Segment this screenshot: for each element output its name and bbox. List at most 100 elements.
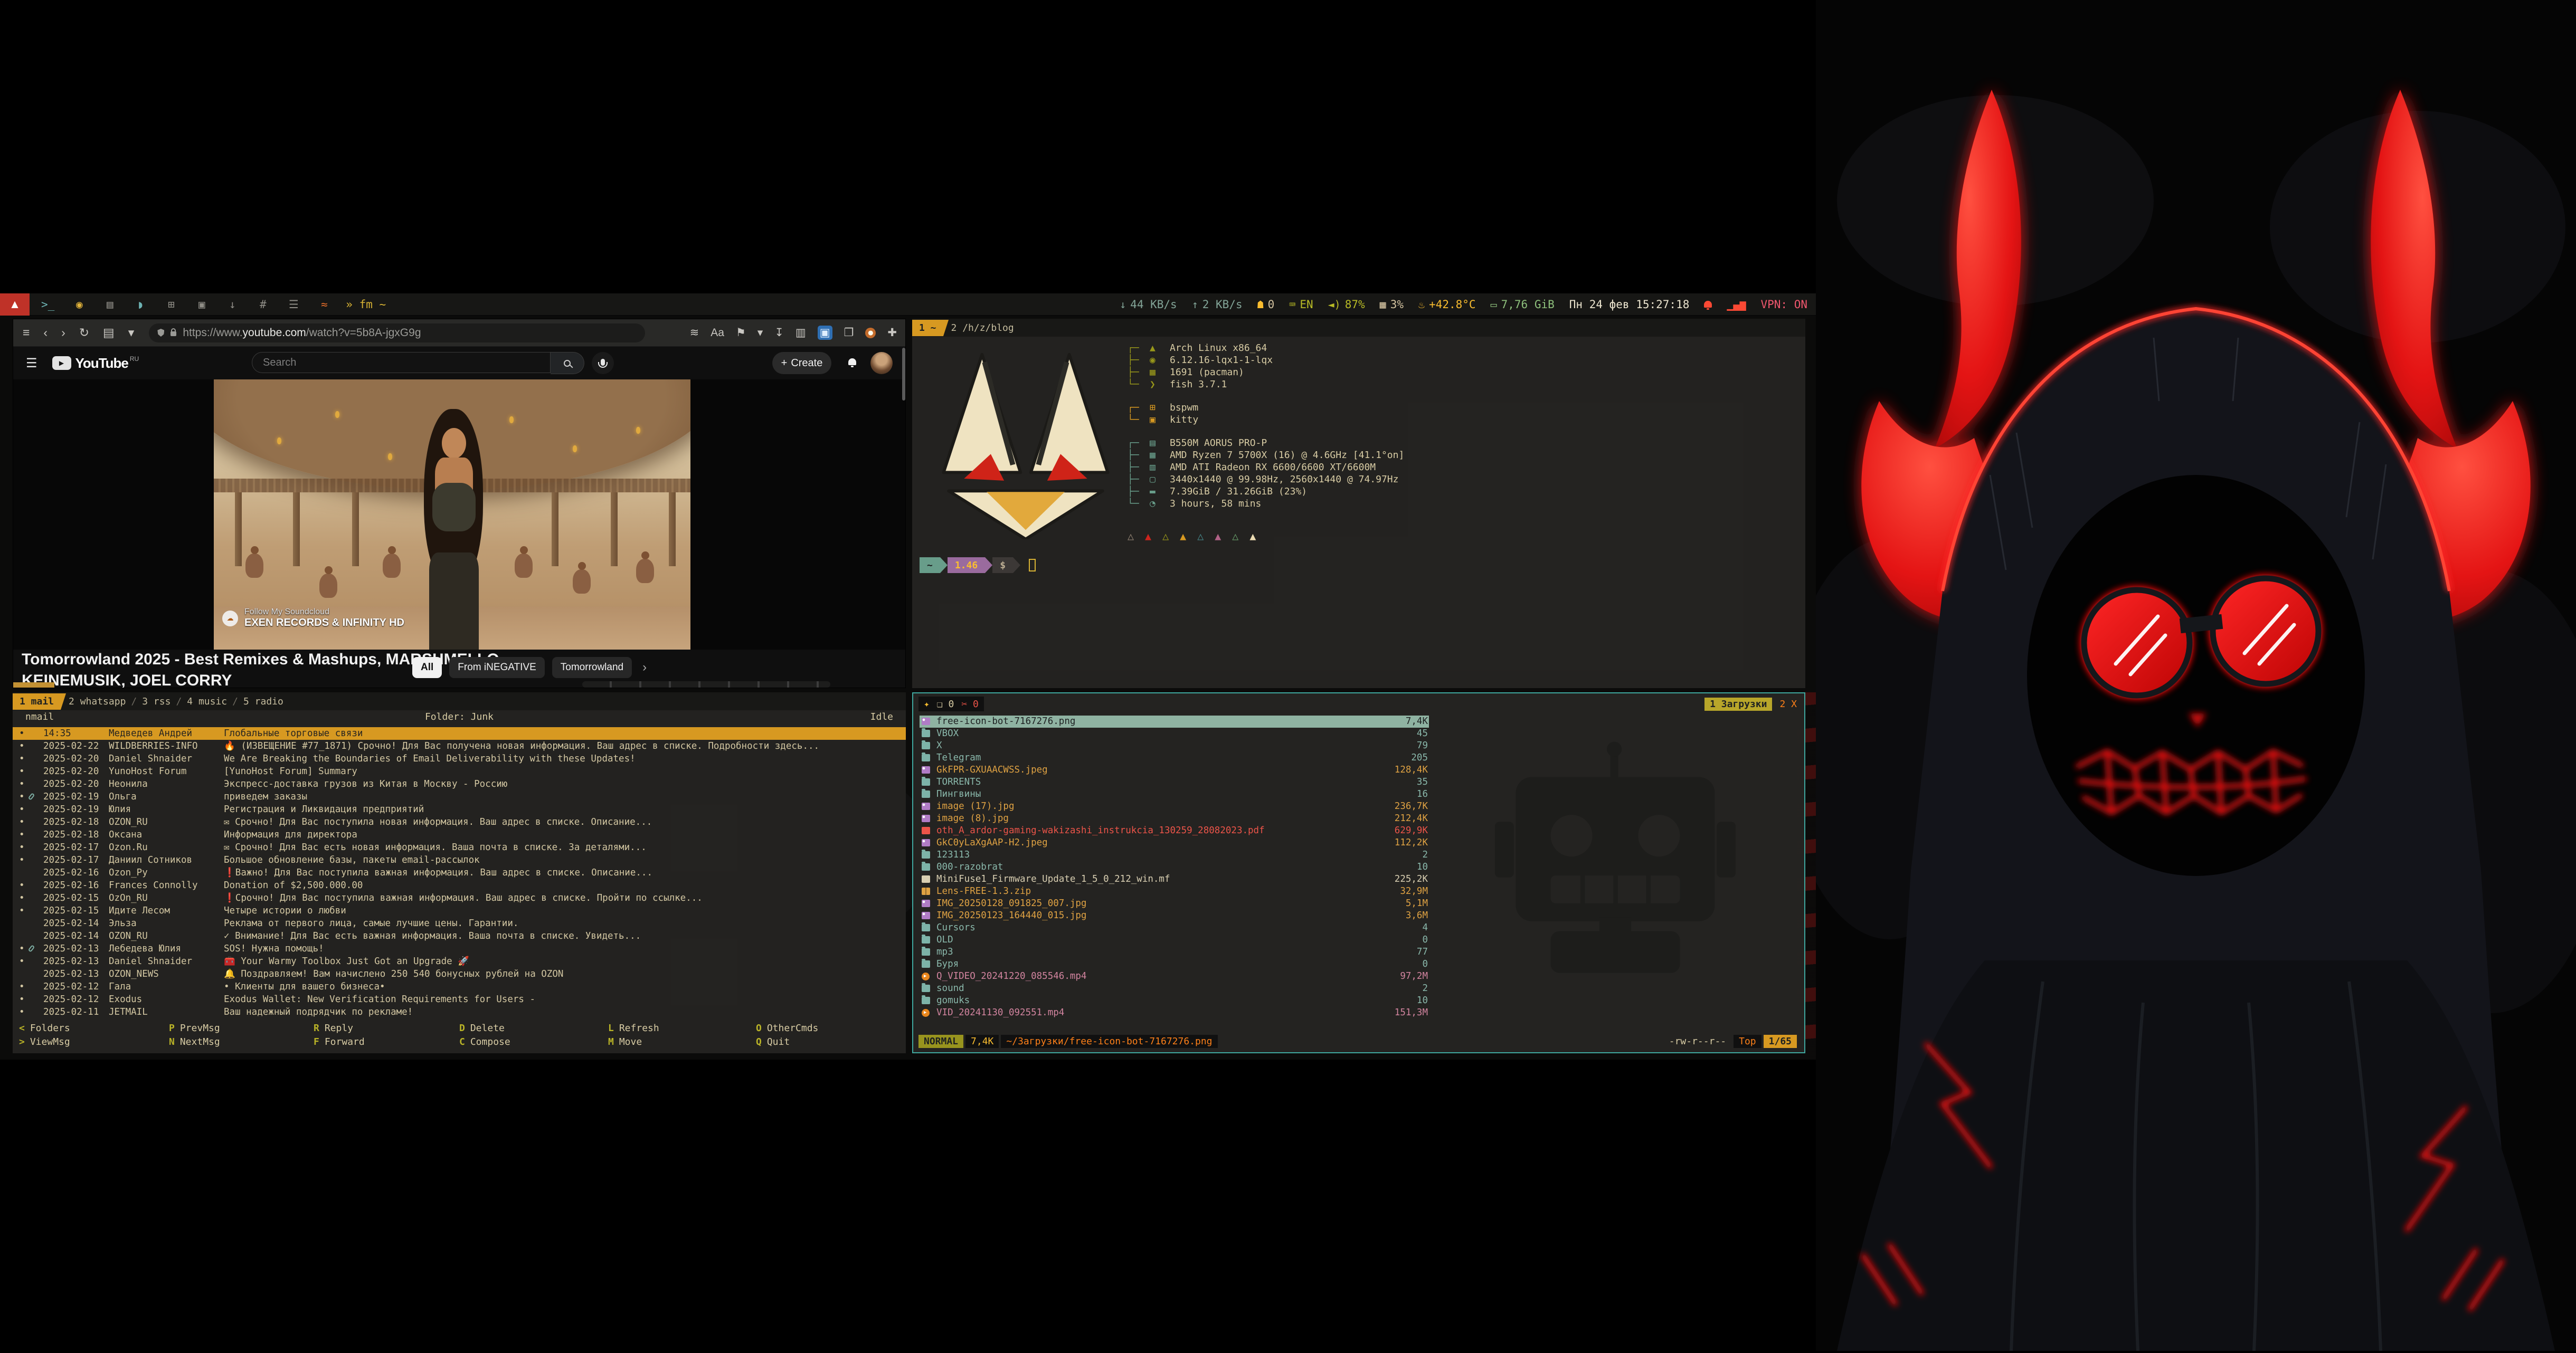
file-row[interactable]: GkC0yLaXgAAP-H2.jpeg112,2K: [920, 837, 1429, 849]
file-row[interactable]: Пингвины16: [920, 788, 1429, 801]
file-row[interactable]: IMG_20250128_091825_007.jpg5,1M: [920, 898, 1429, 910]
help-command[interactable]: >ViewMsg: [19, 1036, 70, 1047]
keyboard-layout[interactable]: ⌨EN: [1289, 298, 1313, 311]
help-command[interactable]: NNextMsg: [169, 1036, 220, 1047]
file-row[interactable]: image (17).jpg236,7K: [920, 801, 1429, 813]
avatar[interactable]: [870, 352, 893, 374]
fm-tab[interactable]: 2 X: [1779, 699, 1797, 710]
help-command[interactable]: MMove: [608, 1036, 642, 1047]
workspace-bot-icon[interactable]: ◉: [73, 298, 85, 311]
mail-row[interactable]: •2025-02-12Гала• Клиенты для вашего бизн…: [13, 980, 906, 993]
file-row[interactable]: IMG_20250123_164440_015.jpg3,6M: [920, 910, 1429, 922]
mail-row[interactable]: •2025-02-17Даниил СотниковБольшое обновл…: [13, 854, 906, 866]
shell-prompt[interactable]: ~1.46$: [920, 557, 1036, 573]
bookmark-icon[interactable]: ⚑: [736, 326, 746, 339]
mail-row[interactable]: •2025-02-18ОксанаИнформация для директор…: [13, 828, 906, 841]
file-row[interactable]: X79: [920, 740, 1429, 752]
file-row[interactable]: gomuks10: [920, 995, 1429, 1007]
mail-row[interactable]: •2025-02-15Идите ЛесомЧетыре истории о л…: [13, 904, 906, 917]
youtube-menu-icon[interactable]: ☰: [26, 356, 37, 371]
mail-row[interactable]: •14:35Медведев АндрейГлобальные торговые…: [13, 727, 906, 740]
file-row[interactable]: MiniFuse1_Firmware_Update_1_5_0_212_win.…: [920, 873, 1429, 885]
mail-row[interactable]: •2025-02-19Ольгаприведем заказы: [13, 790, 906, 803]
file-row[interactable]: TORRENTS35: [920, 776, 1429, 788]
mail-row[interactable]: •2025-02-11JETMAILВаш надежный подрядчик…: [13, 1006, 906, 1018]
create-button[interactable]: +Create: [772, 352, 831, 374]
help-command[interactable]: <Folders: [19, 1023, 70, 1034]
mail-row[interactable]: •2025-02-22WILDBERRIES-INFO🔥 (ИЗВЕЩЕНИЕ …: [13, 740, 906, 752]
help-command[interactable]: LRefresh: [608, 1023, 659, 1034]
signal[interactable]: ▁▄▆: [1727, 298, 1746, 311]
mail-row[interactable]: •2025-02-19ЮлияРегистрация и Ликвидация …: [13, 803, 906, 816]
voice-search-button[interactable]: [592, 352, 614, 374]
help-command[interactable]: PPrevMsg: [169, 1023, 220, 1034]
file-row[interactable]: free-icon-bot-7167276.png7,4K: [920, 716, 1429, 728]
vpn[interactable]: VPN: ON: [1760, 298, 1807, 311]
notifications-ghost[interactable]: ☗0: [1257, 298, 1275, 311]
workspace-images-icon[interactable]: ▣: [196, 298, 207, 311]
file-row[interactable]: Cursors4: [920, 922, 1429, 934]
search-input[interactable]: Search: [252, 352, 551, 373]
mail-row[interactable]: 2025-02-14OZON_RU✓ Внимание! Для Вас ест…: [13, 930, 906, 942]
file-row[interactable]: 1231132: [920, 849, 1429, 861]
reload-icon[interactable]: ↻: [79, 326, 89, 340]
mail-row[interactable]: •2025-02-13Daniel Shnaider🧰 Your Warmy T…: [13, 955, 906, 968]
filter-chip[interactable]: All: [412, 657, 442, 678]
net-down[interactable]: ↓44 KB/s: [1120, 298, 1177, 311]
adblock-icon[interactable]: ●: [865, 328, 876, 338]
file-row[interactable]: Telegram205: [920, 752, 1429, 764]
cpu-load[interactable]: ▦3%: [1380, 298, 1404, 311]
workspace-files-icon[interactable]: ▤: [104, 298, 116, 311]
shield-icon[interactable]: [157, 329, 164, 337]
memory[interactable]: ▭7,76 GiB: [1491, 298, 1555, 311]
workspace-monitor-icon[interactable]: ≈: [318, 298, 330, 311]
mail-row[interactable]: •2025-02-20Daniel ShnaiderWe Are Breakin…: [13, 752, 906, 765]
filter-chip[interactable]: From iNEGATIVE: [449, 657, 545, 678]
temperature[interactable]: ♨+42.8°C: [1418, 298, 1476, 311]
rss-icon[interactable]: ≋: [690, 326, 699, 339]
workspace-downloads-icon[interactable]: ↓: [226, 298, 238, 311]
net-up[interactable]: ↑2 KB/s: [1192, 298, 1243, 311]
fm-tab[interactable]: 1 Загрузки: [1704, 698, 1772, 711]
file-row[interactable]: sound2: [920, 983, 1429, 995]
file-row[interactable]: image (8).jpg212,4K: [920, 813, 1429, 825]
forward-icon[interactable]: ›: [61, 326, 65, 340]
help-command[interactable]: QQuit: [756, 1036, 790, 1047]
reader-caret-icon[interactable]: ▾: [128, 326, 135, 340]
mail-row[interactable]: •2025-02-17Ozon.Ru✉ Срочно! Для Вас есть…: [13, 841, 906, 854]
workspace-windows-icon[interactable]: ⊞: [165, 298, 177, 311]
extension-blue-icon[interactable]: ▣: [818, 326, 832, 340]
mail-row[interactable]: •2025-02-18OZON_RU✉ Срочно! Для Вас пост…: [13, 816, 906, 828]
sidebar-icon[interactable]: ▥: [795, 326, 806, 339]
mail-row[interactable]: •2025-02-20YunoHost Forum[YunoHost Forum…: [13, 765, 906, 778]
workspace-chat-icon[interactable]: ◗: [135, 298, 146, 311]
workspace-hash-icon[interactable]: #: [257, 298, 269, 311]
help-command[interactable]: DDelete: [459, 1023, 505, 1034]
help-command[interactable]: FForward: [314, 1036, 365, 1047]
mail-row[interactable]: •2025-02-16Frances ConnollyDonation of $…: [13, 879, 906, 892]
terminal-tab[interactable]: 2 /h/z/blog: [951, 322, 1014, 334]
back-icon[interactable]: ‹: [43, 326, 48, 340]
menu-icon[interactable]: ≡: [23, 326, 30, 340]
chapter-bar[interactable]: [582, 681, 830, 688]
url-bar[interactable]: https://www.youtube.com/watch?v=5b8A-jgx…: [149, 323, 645, 342]
chips-more-icon[interactable]: ›: [642, 660, 647, 675]
mail-row[interactable]: 2025-02-16Ozon_Py❗Важно! Для Вас поступи…: [13, 866, 906, 879]
clock[interactable]: Пн 24 фев 15:27:18: [1569, 298, 1690, 311]
browser-scrollbar[interactable]: [902, 348, 905, 401]
mail-row[interactable]: •2025-02-15OzOn_RU❗Срочно! Для Вас посту…: [13, 892, 906, 904]
mail-tab[interactable]: 2 whatsapp: [69, 696, 126, 707]
mail-tab-active[interactable]: 1 mail: [13, 693, 66, 710]
workspace-list-icon[interactable]: ☰: [288, 298, 299, 311]
mail-row[interactable]: •2025-02-12ExodusExodus Wallet: New Veri…: [13, 993, 906, 1006]
file-row[interactable]: oth_A_ardor-gaming-wakizashi_instrukcia_…: [920, 825, 1429, 837]
mail-tab[interactable]: 3 rss: [142, 696, 171, 707]
search-button[interactable]: [551, 352, 584, 374]
translate-icon[interactable]: Aa: [711, 327, 724, 339]
reader-icon[interactable]: ▤: [103, 326, 115, 340]
screenshot-icon[interactable]: ❐: [844, 326, 854, 339]
file-row[interactable]: Буря0: [920, 958, 1429, 970]
help-command[interactable]: RReply: [314, 1023, 353, 1034]
file-row[interactable]: Lens-FREE-1.3.zip32,9M: [920, 885, 1429, 898]
help-command[interactable]: CCompose: [459, 1036, 510, 1047]
